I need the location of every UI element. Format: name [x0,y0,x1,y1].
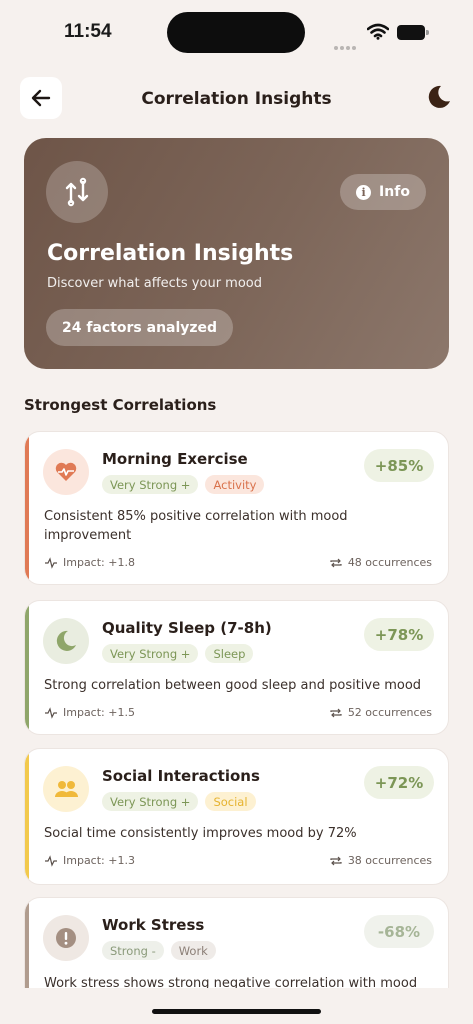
occurrences-label: 52 occurrences [347,706,432,719]
status-time: 11:54 [64,21,112,42]
category-tag: Sleep [205,644,254,663]
occurrences-label: 38 occurrences [347,854,432,867]
activity-icon [45,556,57,569]
info-icon: i [356,184,372,200]
page-title: Correlation Insights [141,89,332,109]
occurrences-label: 48 occurrences [347,556,432,569]
status-bar: 11:54 [0,0,473,62]
moon-icon [428,85,450,108]
repeat-icon [330,558,342,567]
correlation-percent: +85% [364,449,434,482]
card-accent [25,601,29,734]
people-icon [43,766,89,812]
impact-label: Impact: +1.8 [63,556,135,569]
hero-title: Correlation Insights [47,241,294,266]
repeat-icon [330,856,342,865]
card-description: Social time consistently improves mood b… [44,826,357,841]
correlation-percent: +78% [364,618,434,651]
info-button[interactable]: i Info [340,174,426,210]
strength-tag: Strong - [102,941,164,960]
card-accent [25,749,29,884]
swap-arrows-icon [46,161,108,223]
wifi-icon [366,23,390,44]
card-description: Consistent 85% positive correlation with… [44,509,348,543]
card-accent [25,432,29,584]
category-tag: Social [205,792,256,811]
category-tag: Work [170,941,216,960]
signal-icon [334,35,358,54]
strength-tag: Very Strong + [102,475,199,494]
top-nav: Correlation Insights [0,72,473,128]
home-indicator [152,1009,321,1014]
category-tag: Activity [205,475,265,494]
factors-chip: 24 factors analyzed [46,309,234,346]
alert-icon [43,915,89,961]
activity-icon [45,706,57,719]
info-label: Info [379,184,410,200]
impact-label: Impact: +1.3 [63,854,135,867]
card-accent [25,898,29,988]
repeat-icon [330,708,342,717]
strength-tag: Very Strong + [102,644,199,663]
correlation-card-quality-sleep[interactable]: Quality Sleep (7-8h) Very Strong + Sleep… [24,600,449,735]
moon-icon [43,618,89,664]
hero-subtitle: Discover what affects your mood [47,276,262,291]
dynamic-island [167,12,305,53]
card-title: Morning Exercise [102,450,248,468]
card-title: Quality Sleep (7-8h) [102,619,272,637]
correlation-card-work-stress[interactable]: Work Stress Strong - Work -68% Work stre… [24,897,449,988]
activity-icon [45,854,57,867]
correlation-card-social-interactions[interactable]: Social Interactions Very Strong + Social… [24,748,449,885]
card-description: Strong correlation between good sleep an… [44,678,422,693]
heart-pulse-icon [43,449,89,495]
card-title: Social Interactions [102,767,260,785]
battery-icon [397,25,429,40]
card-title: Work Stress [102,916,205,934]
impact-label: Impact: +1.5 [63,706,135,719]
correlation-percent: -68% [364,915,434,948]
strength-tag: Very Strong + [102,792,199,811]
theme-toggle-button[interactable] [424,83,454,113]
card-description: Work stress shows strong negative correl… [44,976,418,988]
correlation-card-morning-exercise[interactable]: Morning Exercise Very Strong + Activity … [24,431,449,585]
hero-card: i Info Correlation Insights Discover wha… [24,138,449,369]
correlation-percent: +72% [364,766,434,799]
section-title: Strongest Correlations [24,396,217,414]
